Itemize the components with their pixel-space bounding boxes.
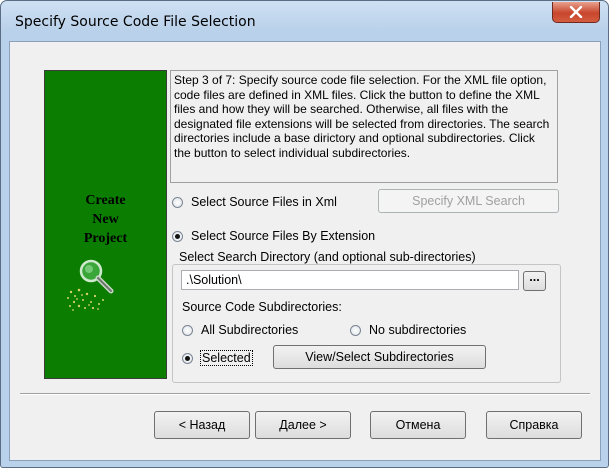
specify-xml-search-button[interactable]: Specify XML Search	[378, 189, 559, 213]
radio-selected-indicator[interactable]	[182, 352, 193, 364]
dialog-client-area: Create New Project Step 3 of 7: Specify …	[9, 41, 601, 461]
radio-all-subdirectories[interactable]: All Subdirectories	[182, 323, 298, 337]
next-label: Далее >	[279, 418, 327, 432]
radio-extension-indicator[interactable]	[172, 230, 183, 242]
help-label: Справка	[509, 418, 559, 432]
radio-all-label: All Subdirectories	[201, 323, 299, 337]
radio-extension-label: Select Source Files By Extension	[191, 229, 376, 243]
view-select-subdirectories-label: View/Select Subdirectories	[305, 350, 454, 364]
browse-directory-button[interactable]: ...	[523, 270, 546, 291]
magnifier-icon	[67, 259, 114, 311]
radio-none-indicator[interactable]	[350, 324, 361, 336]
wizard-side-panel: Create New Project	[44, 70, 167, 379]
title-bar[interactable]: Specify Source Code File Selection	[1, 1, 608, 41]
radio-selected-label: Selected	[200, 350, 253, 366]
search-directory-legend: Select Search Directory (and optional su…	[177, 250, 478, 264]
close-icon	[569, 6, 583, 18]
step-description: Step 3 of 7: Specify source code file se…	[170, 70, 558, 183]
footer-divider	[20, 393, 590, 395]
back-button[interactable]: < Назад	[154, 411, 250, 439]
next-button[interactable]: Далее >	[255, 411, 351, 439]
dialog-window: Specify Source Code File Selection Creat…	[0, 0, 609, 468]
window-title: Specify Source Code File Selection	[15, 14, 256, 30]
radio-selected-subdirectories[interactable]: Selected	[182, 350, 253, 366]
radio-xml-files[interactable]: Select Source Files in Xml	[172, 195, 337, 209]
cancel-button[interactable]: Отмена	[370, 411, 466, 439]
radio-xml-label: Select Source Files in Xml	[191, 195, 337, 209]
radio-all-indicator[interactable]	[182, 324, 193, 336]
specify-xml-search-label: Specify XML Search	[412, 194, 525, 208]
close-button[interactable]	[552, 2, 600, 23]
side-panel-title: Create New Project	[83, 193, 128, 246]
radio-no-subdirectories[interactable]: No subdirectories	[350, 323, 466, 337]
radio-by-extension[interactable]: Select Source Files By Extension	[172, 229, 375, 243]
help-button[interactable]: Справка	[486, 411, 582, 439]
view-select-subdirectories-button[interactable]: View/Select Subdirectories	[273, 345, 486, 369]
cancel-label: Отмена	[395, 418, 441, 432]
subdirectories-label: Source Code Subdirectories:	[182, 300, 342, 314]
radio-none-label: No subdirectories	[369, 323, 467, 337]
back-label: < Назад	[178, 418, 226, 432]
browse-label: ...	[529, 270, 540, 284]
search-directory-input[interactable]: .\Solution\	[181, 270, 519, 290]
radio-xml-indicator[interactable]	[172, 196, 183, 208]
